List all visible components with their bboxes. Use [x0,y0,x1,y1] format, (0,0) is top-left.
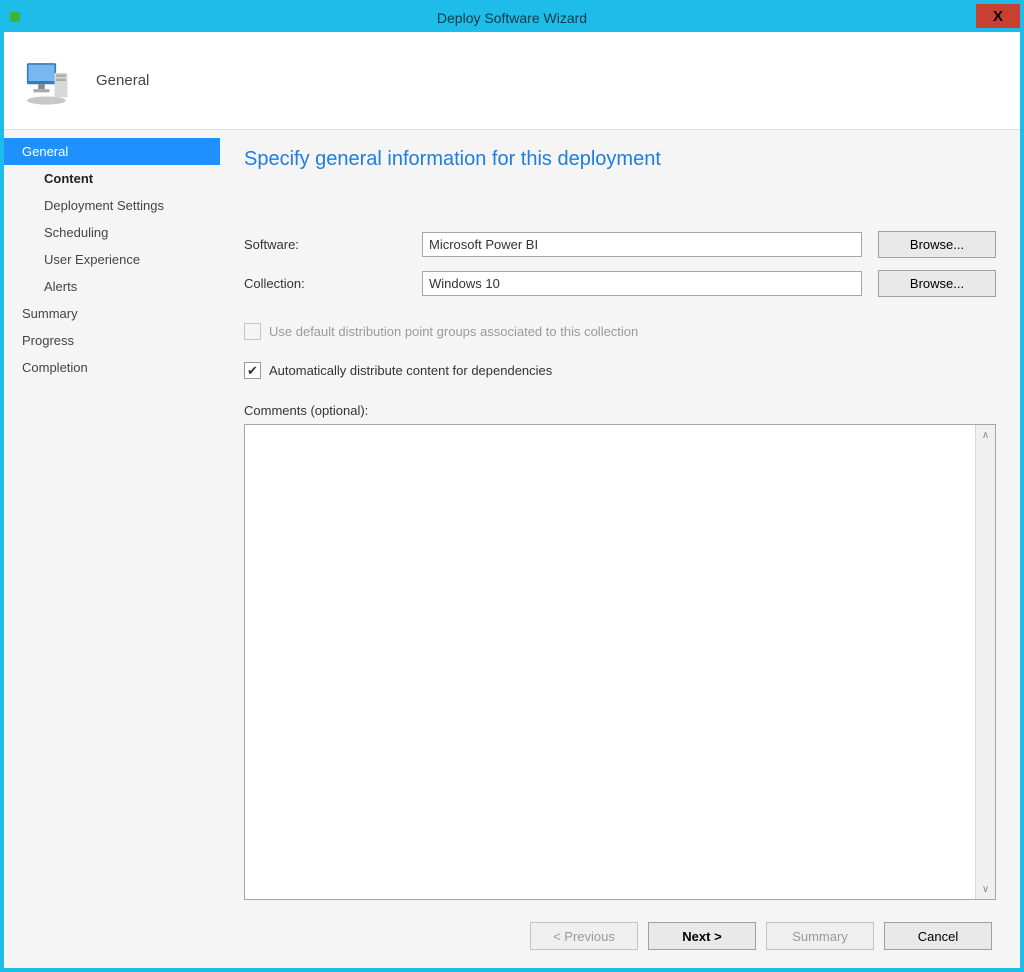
sidebar-item-content[interactable]: Content [4,165,220,192]
checkmark-icon: ✔ [247,363,258,379]
sidebar-item-label: General [22,144,68,159]
sidebar-item-label: Alerts [44,279,77,294]
titlebar: Deploy Software Wizard X [4,4,1020,32]
summary-button: Summary [766,922,874,950]
comments-scrollbar[interactable]: ∧ ∨ [975,425,995,899]
default-distribution-checkbox-row: Use default distribution point groups as… [244,323,996,340]
comments-textarea[interactable] [245,425,975,899]
comments-label: Comments (optional): [244,403,996,418]
collection-browse-button[interactable]: Browse... [878,270,996,297]
close-button[interactable]: X [976,4,1020,28]
auto-distribute-label: Automatically distribute content for dep… [269,363,552,378]
sidebar-item-user-experience[interactable]: User Experience [4,246,220,273]
software-label: Software: [244,237,422,252]
collection-input[interactable] [422,271,862,296]
previous-button: < Previous [530,922,638,950]
status-indicator-icon [10,12,20,22]
sidebar-item-summary[interactable]: Summary [4,300,220,327]
software-browse-button[interactable]: Browse... [878,231,996,258]
default-distribution-checkbox [244,323,261,340]
sidebar-item-label: Scheduling [44,225,108,240]
sidebar-item-alerts[interactable]: Alerts [4,273,220,300]
sidebar-item-deployment-settings[interactable]: Deployment Settings [4,192,220,219]
scroll-up-icon[interactable]: ∧ [976,425,995,445]
sidebar-item-completion[interactable]: Completion [4,354,220,381]
collection-row: Collection: Browse... [244,270,996,297]
auto-distribute-checkbox[interactable]: ✔ [244,362,261,379]
window-title: Deploy Software Wizard [437,10,587,26]
sidebar-item-scheduling[interactable]: Scheduling [4,219,220,246]
comments-field-wrap: ∧ ∨ [244,424,996,900]
software-row: Software: Browse... [244,231,996,258]
sidebar-item-progress[interactable]: Progress [4,327,220,354]
main-panel: Specify general information for this dep… [220,130,1020,968]
sidebar-item-label: Deployment Settings [44,198,164,213]
wizard-steps-sidebar: General Content Deployment Settings Sche… [4,130,220,968]
sidebar-item-general[interactable]: General [4,138,220,165]
auto-distribute-checkbox-row[interactable]: ✔ Automatically distribute content for d… [244,362,996,379]
software-input[interactable] [422,232,862,257]
body: General Content Deployment Settings Sche… [4,130,1020,968]
close-icon: X [993,8,1003,25]
page-title: Specify general information for this dep… [244,148,996,171]
scroll-down-icon[interactable]: ∨ [976,879,995,899]
wizard-window: Deploy Software Wizard X General General… [0,0,1024,972]
sidebar-item-label: Progress [22,333,74,348]
wizard-footer: < Previous Next > Summary Cancel [244,900,996,954]
collection-label: Collection: [244,276,422,291]
sidebar-item-label: Completion [22,360,88,375]
next-button[interactable]: Next > [648,922,756,950]
cancel-button[interactable]: Cancel [884,922,992,950]
sidebar-item-label: User Experience [44,252,140,267]
sidebar-item-label: Summary [22,306,78,321]
sidebar-item-label: Content [44,171,93,186]
default-distribution-label: Use default distribution point groups as… [269,324,638,339]
header: General [4,32,1020,130]
page-heading: General [96,72,149,89]
wizard-monitor-icon [22,55,74,107]
